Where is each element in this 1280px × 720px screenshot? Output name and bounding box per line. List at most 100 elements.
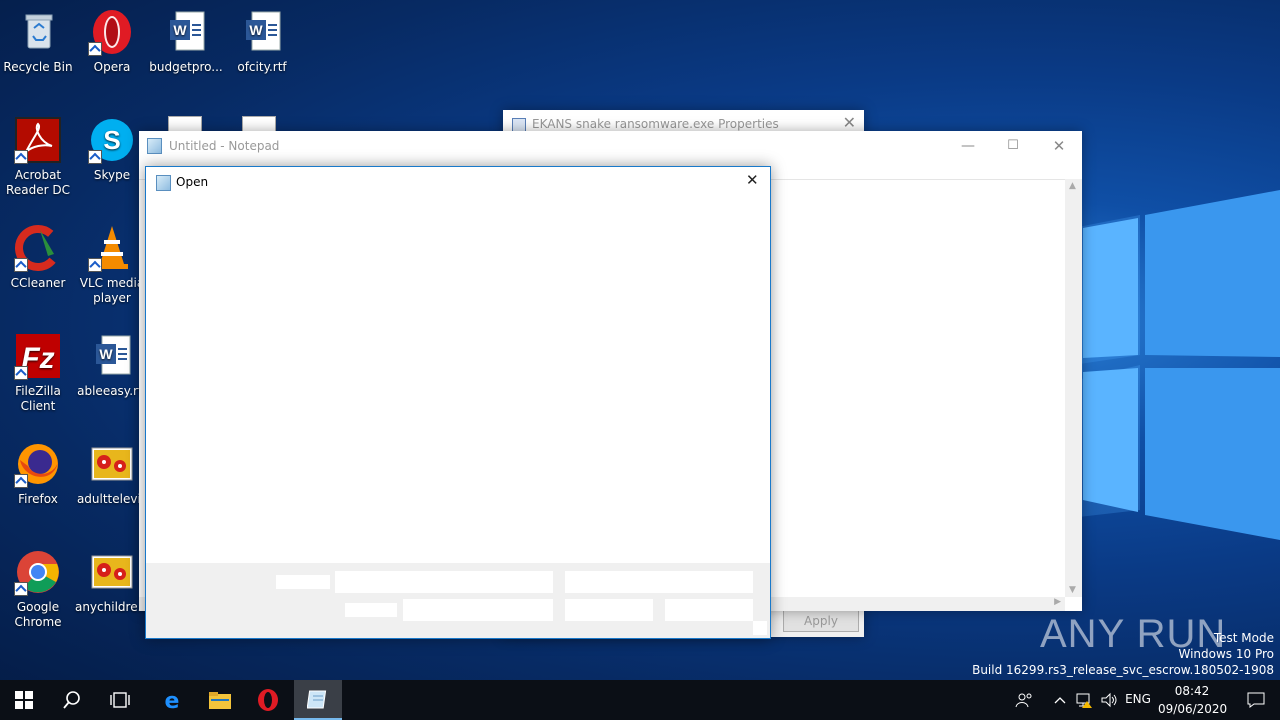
language-indicator[interactable]: ENG: [1124, 692, 1152, 706]
desktop-icon-filezilla[interactable]: Fz FileZilla Client: [0, 332, 76, 414]
task-view-button[interactable]: [96, 680, 144, 720]
svg-text:W: W: [173, 22, 187, 38]
shortcut-arrow-icon: [14, 150, 28, 164]
encoding-label-placeholder: [345, 603, 397, 617]
image-file-icon: [88, 548, 136, 596]
open-dialog[interactable]: Open ✕: [145, 166, 771, 639]
shortcut-arrow-icon: [14, 474, 28, 488]
close-icon[interactable]: ✕: [746, 171, 759, 189]
network-warning-icon: [1076, 693, 1092, 708]
start-button[interactable]: [0, 680, 48, 720]
taskbar-edge[interactable]: e: [148, 680, 196, 720]
close-button[interactable]: ✕: [1036, 131, 1082, 161]
watermark-line: Windows 10 Pro: [1178, 647, 1274, 661]
task-view-icon: [110, 692, 130, 708]
scroll-up-icon[interactable]: ▲: [1069, 181, 1076, 191]
desktop-icon-label: Recycle Bin: [3, 60, 73, 74]
shortcut-arrow-icon: [88, 42, 102, 56]
folder-icon: [209, 692, 231, 709]
opera-icon: [88, 8, 136, 56]
edge-icon: e: [165, 689, 180, 712]
maximize-button[interactable]: ☐: [990, 131, 1036, 161]
open-dialog-titlebar[interactable]: Open ✕: [146, 167, 770, 197]
desktop-icon-label: Opera: [93, 60, 131, 74]
open-button[interactable]: [565, 599, 653, 621]
open-dialog-content: [146, 197, 770, 563]
shortcut-arrow-icon: [14, 582, 28, 596]
close-icon[interactable]: ✕: [843, 113, 856, 132]
properties-title: EKANS snake ransomware.exe Properties: [532, 117, 779, 131]
volume-button[interactable]: [1096, 680, 1122, 720]
action-center-button[interactable]: [1232, 680, 1280, 720]
shortcut-arrow-icon: [88, 258, 102, 272]
desktop-icon-label: Acrobat Reader DC: [6, 168, 70, 197]
vertical-scrollbar[interactable]: ▲ ▼: [1065, 179, 1082, 597]
svg-text:W: W: [249, 22, 263, 38]
acrobat-reader-icon: [14, 116, 62, 164]
word-document-icon: W: [162, 8, 210, 56]
search-icon: [63, 691, 80, 709]
open-dialog-footer: [146, 563, 770, 638]
desktop-icon-recycle-bin[interactable]: Recycle Bin: [0, 8, 76, 75]
notepad-app-icon: [156, 175, 171, 191]
show-hidden-icons-button[interactable]: [1048, 680, 1072, 720]
opera-icon: [258, 689, 278, 711]
desktop-icon-ccleaner[interactable]: CCleaner: [0, 224, 76, 291]
taskbar-opera[interactable]: [244, 680, 292, 720]
ccleaner-icon: [14, 224, 62, 272]
shortcut-arrow-icon: [14, 258, 28, 272]
desktop-icon-label: FileZilla Client: [15, 384, 61, 413]
cancel-button[interactable]: [665, 599, 753, 621]
image-file-icon: [88, 440, 136, 488]
filezilla-icon: Fz: [14, 332, 62, 380]
clock-time[interactable]: 08:42: [1158, 684, 1226, 698]
word-document-icon: W: [88, 332, 136, 380]
people-icon: [1015, 693, 1032, 708]
file-name-label-placeholder: [276, 575, 330, 589]
desktop-icon-acrobat[interactable]: Acrobat Reader DC: [0, 116, 76, 198]
clock-date[interactable]: 09/06/2020: [1158, 702, 1227, 716]
search-button[interactable]: [48, 680, 96, 720]
vlc-cone-icon: [88, 224, 136, 272]
skype-icon: S: [88, 116, 136, 164]
encoding-select[interactable]: [403, 599, 553, 621]
apply-button[interactable]: Apply: [783, 610, 859, 632]
notification-icon: [1247, 692, 1265, 708]
desktop-icon-label: CCleaner: [10, 276, 66, 290]
shortcut-arrow-icon: [14, 366, 28, 380]
network-button[interactable]: [1072, 680, 1096, 720]
resize-grip[interactable]: [753, 621, 767, 635]
people-button[interactable]: [1000, 680, 1048, 720]
taskbar-notepad[interactable]: [294, 680, 342, 720]
scroll-right-icon[interactable]: ▶: [1054, 597, 1061, 607]
desktop-icon-budgetpro[interactable]: W budgetpro...: [148, 8, 224, 75]
windows-logo-icon: [15, 691, 33, 709]
notepad-app-icon: [147, 138, 162, 154]
recycle-bin-icon: [14, 8, 62, 56]
desktop-icon-chrome[interactable]: Google Chrome: [0, 548, 76, 630]
desktop-icon-label: Firefox: [18, 492, 58, 506]
shortcut-arrow-icon: [88, 150, 102, 164]
chevron-up-icon: [1054, 697, 1066, 704]
desktop-icon-label: ofcity.rtf: [237, 60, 287, 74]
file-name-input[interactable]: [335, 571, 553, 593]
watermark-line: Build 16299.rs3_release_svc_escrow.18050…: [972, 663, 1274, 677]
speaker-icon: [1101, 692, 1117, 708]
minimize-button[interactable]: —: [945, 131, 991, 161]
svg-text:e: e: [165, 689, 180, 712]
desktop-icon-opera[interactable]: Opera: [74, 8, 150, 75]
properties-app-icon: [512, 118, 526, 132]
scroll-down-icon[interactable]: ▼: [1069, 585, 1076, 595]
open-dialog-title: Open: [176, 175, 209, 189]
notepad-titlebar[interactable]: Untitled - Notepad — ☐ ✕: [139, 131, 1082, 161]
desktop-icon-firefox[interactable]: Firefox: [0, 440, 76, 507]
watermark-line: Test Mode: [1213, 631, 1274, 645]
chrome-icon: [14, 548, 62, 596]
taskbar-file-explorer[interactable]: [196, 680, 244, 720]
word-document-icon: W: [238, 8, 286, 56]
taskbar: e ENG 08:42 09/06/2020: [0, 680, 1280, 720]
svg-text:S: S: [103, 125, 120, 155]
file-type-select[interactable]: [565, 571, 753, 593]
desktop-icon-label: budgetpro...: [149, 60, 223, 74]
desktop-icon-ofcity[interactable]: W ofcity.rtf: [224, 8, 300, 75]
